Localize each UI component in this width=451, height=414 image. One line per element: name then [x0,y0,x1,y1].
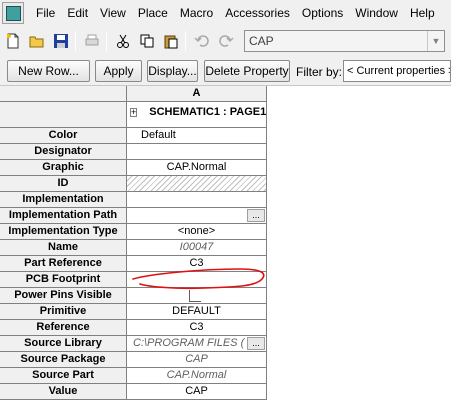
menu-options[interactable]: Options [296,6,349,20]
delete-property-button[interactable]: Delete Property [204,60,290,82]
menu-macro[interactable]: Macro [174,6,219,20]
table-row: Implementation [0,192,267,208]
filter-label: Filter by: [296,65,343,79]
property-value-cell[interactable]: C3 [127,256,267,272]
table-row: Source Part CAP.Normal [0,368,267,384]
table-row: Implementation Path... [0,208,267,224]
app-icon[interactable] [2,2,24,24]
save-icon[interactable] [50,30,72,52]
browse-button[interactable]: ... [247,209,265,222]
menu-edit[interactable]: Edit [61,6,94,20]
table-row: Reference C3 [0,320,267,336]
copy-icon[interactable] [136,30,158,52]
property-value-cell[interactable]: <none> [127,224,267,240]
checkbox[interactable] [189,290,201,302]
table-row: Name I00047 [0,240,267,256]
apply-button[interactable]: Apply [95,60,142,82]
redo-icon[interactable] [215,30,237,52]
filter-combo[interactable]: < Current properties > [343,60,451,82]
new-row-button[interactable]: New Row... [7,60,90,82]
property-value-cell[interactable]: CAP.Normal [127,160,267,176]
group-row-header [0,102,127,128]
group-row-cell: + SCHEMATIC1 : PAGE1 [127,102,267,128]
row-header[interactable]: Implementation [0,192,127,208]
row-header[interactable]: Part Reference [0,256,127,272]
table-row: Power Pins Visible [0,288,267,304]
row-header[interactable]: Source Library [0,336,127,352]
part-combo-value: CAP [249,34,274,48]
row-header[interactable]: PCB Footprint [0,272,127,288]
table-row: Source Library C:\PROGRAM FILES (... [0,336,267,352]
row-header[interactable]: Implementation Type [0,224,127,240]
toolbar-separator [185,31,186,51]
new-file-icon[interactable] [2,30,24,52]
display-button[interactable]: Display... [147,60,198,82]
row-header[interactable]: Implementation Path [0,208,127,224]
property-value-cell[interactable] [127,208,267,224]
table-row: Value CAP [0,384,267,400]
column-header-a[interactable]: A [127,86,267,102]
table-row: Designator [0,144,267,160]
group-label: SCHEMATIC1 : PAGE1 [149,106,267,118]
table-row: PCB Footprint [0,272,267,288]
property-value-cell[interactable] [127,176,267,192]
row-header[interactable]: Graphic [0,160,127,176]
row-header[interactable]: Source Package [0,352,127,368]
table-row: Implementation Type <none> [0,224,267,240]
table-row: Color Default [0,128,267,144]
property-value-cell[interactable] [127,192,267,208]
paste-icon[interactable] [160,30,182,52]
row-header[interactable]: Value [0,384,127,400]
property-value-cell[interactable]: CAP [127,384,267,400]
property-value-cell[interactable]: Default [127,128,267,144]
menu-bar: File Edit View Place Macro Accessories O… [0,0,451,26]
row-header[interactable]: Primitive [0,304,127,320]
print-icon[interactable] [81,30,103,52]
row-header[interactable]: Color [0,128,127,144]
toolbar: CAP ▼ [0,26,451,56]
property-value-cell[interactable] [127,144,267,160]
property-value-cell[interactable]: C3 [127,320,267,336]
property-button-row: New Row... Apply Display... Delete Prope… [0,56,451,86]
property-value-cell[interactable]: CAP.Normal [127,368,267,384]
undo-icon[interactable] [191,30,213,52]
row-header[interactable]: ID [0,176,127,192]
browse-button[interactable]: ... [247,337,265,350]
menu-place[interactable]: Place [132,6,174,20]
menu-window[interactable]: Window [349,6,404,20]
row-header[interactable]: Reference [0,320,127,336]
chevron-down-icon[interactable]: ▼ [427,31,444,51]
table-row: ID [0,176,267,192]
row-header[interactable]: Name [0,240,127,256]
open-folder-icon[interactable] [26,30,48,52]
table-row: Part Reference C3 [0,256,267,272]
table-row: Primitive DEFAULT [0,304,267,320]
row-header[interactable]: Power Pins Visible [0,288,127,304]
row-header[interactable]: Designator [0,144,127,160]
toolbar-separator [75,31,76,51]
property-value-cell[interactable]: CAP [127,352,267,368]
row-header[interactable]: Source Part [0,368,127,384]
toolbar-separator [106,31,107,51]
table-row: Source Package CAP [0,352,267,368]
menu-accessories[interactable]: Accessories [219,6,296,20]
table-row: Graphic CAP.Normal [0,160,267,176]
expand-icon[interactable]: + [130,108,138,117]
menu-help[interactable]: Help [404,6,441,20]
grid-corner[interactable] [0,86,127,102]
property-value-cell[interactable]: I00047 [127,240,267,256]
cut-icon[interactable] [112,30,134,52]
property-value-cell[interactable]: C:\PROGRAM FILES ( [127,336,267,352]
menu-file[interactable]: File [30,6,61,20]
property-grid: A + SCHEMATIC1 : PAGE1 Color Default Desig… [0,86,451,414]
part-combo[interactable]: CAP ▼ [244,30,445,52]
menu-view[interactable]: View [94,6,132,20]
property-value-cell[interactable] [127,272,267,288]
property-value-cell[interactable]: DEFAULT [127,304,267,320]
